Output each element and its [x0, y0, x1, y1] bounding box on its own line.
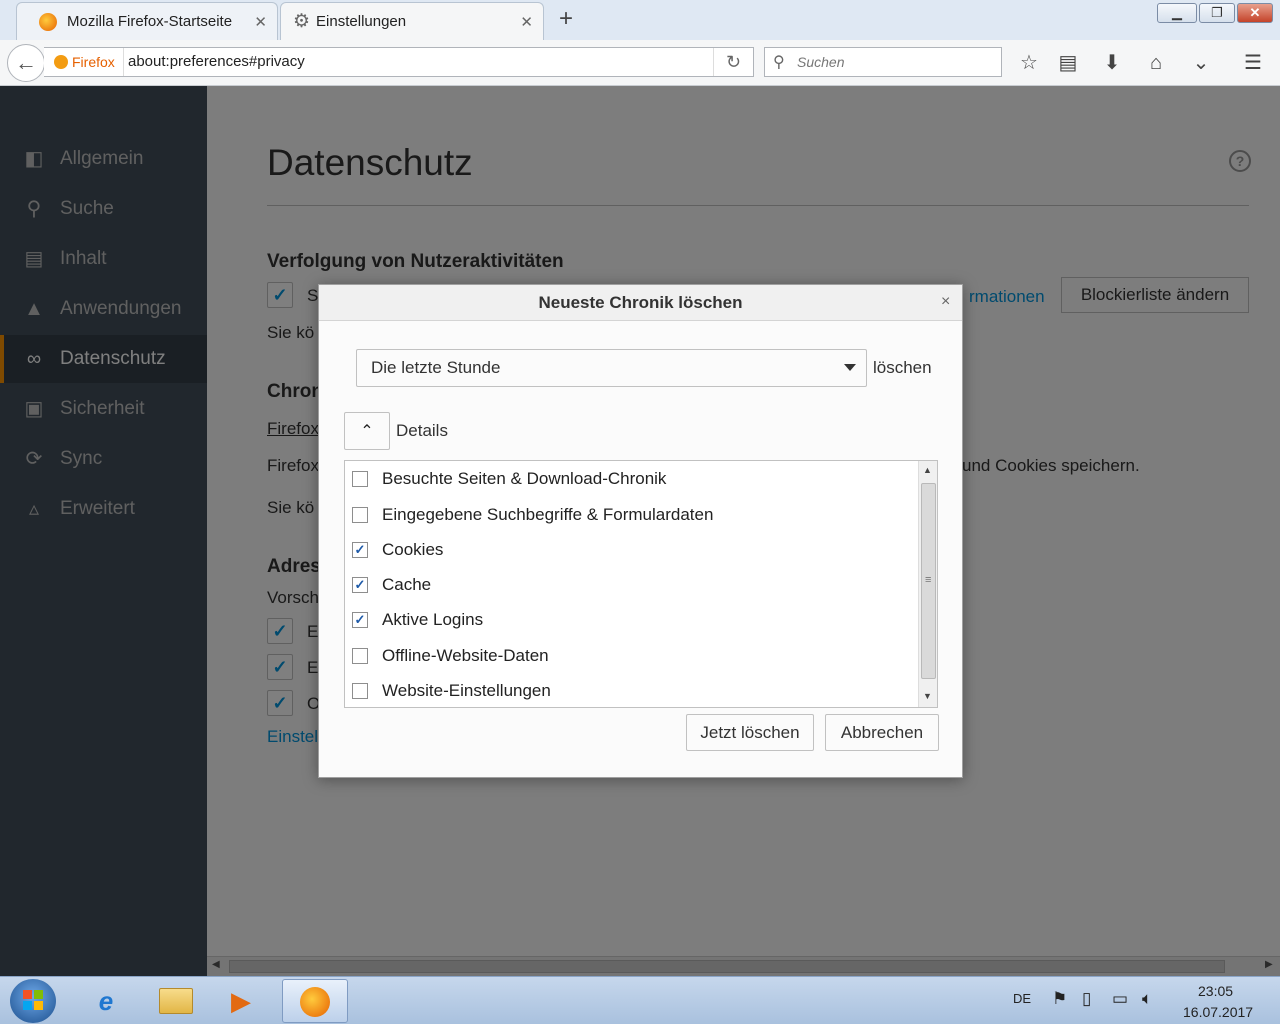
device-icon[interactable]: ▯: [1082, 989, 1091, 1009]
language-indicator[interactable]: DE: [1013, 991, 1031, 1006]
download-icon[interactable]: ⬇: [1099, 51, 1125, 77]
scroll-down-icon[interactable]: ▼: [923, 691, 932, 701]
windows-logo-icon: [23, 990, 43, 1010]
list-item[interactable]: Besuchte Seiten & Download-Chronik: [345, 461, 917, 496]
media-player-icon[interactable]: ▶: [210, 979, 272, 1023]
time-range-suffix: löschen: [873, 358, 932, 377]
search-bar[interactable]: ⚲ Suchen: [764, 47, 1002, 77]
cancel-button[interactable]: Abbrechen: [825, 714, 939, 751]
time-range-select[interactable]: Die letzte Stunde: [356, 349, 867, 387]
reload-icon[interactable]: ↻: [713, 48, 753, 76]
new-tab-button[interactable]: +: [552, 6, 580, 34]
history-items-list: Besuchte Seiten & Download-Chronik Einge…: [344, 460, 938, 708]
scrollbar-thumb[interactable]: ≡: [921, 483, 936, 679]
home-icon[interactable]: ⌂: [1143, 51, 1169, 77]
firefox-icon: [39, 12, 57, 31]
firefox-icon: [54, 55, 68, 69]
list-item[interactable]: Website-Einstellungen: [345, 673, 917, 708]
tab-title: Mozilla Firefox-Startseite: [67, 13, 233, 30]
details-toggle-button[interactable]: ⌃: [344, 412, 390, 450]
dialog-title: Neueste Chronik löschen: [538, 293, 743, 312]
close-icon[interactable]: ✕: [254, 13, 267, 31]
list-item[interactable]: Eingegebene Suchbegriffe & Formulardaten: [345, 497, 917, 532]
network-icon[interactable]: ▭: [1112, 989, 1128, 1009]
close-window-button[interactable]: ✕: [1237, 3, 1273, 23]
list-item[interactable]: ✓ Cookies: [345, 532, 917, 567]
clear-history-dialog: Neueste Chronik löschen × Die letzte Stu…: [318, 284, 963, 778]
grip-icon: ≡: [925, 574, 932, 586]
firefox-icon: [300, 987, 330, 1017]
identity-box[interactable]: Firefox: [54, 48, 124, 76]
menu-icon[interactable]: ☰: [1240, 51, 1266, 77]
list-item[interactable]: ✓ Cache: [345, 567, 917, 602]
checkbox[interactable]: ✓: [352, 576, 368, 593]
search-icon: ⚲: [773, 54, 785, 71]
taskbar: e ▶ DE ⚑ ▯ ▭ 🔈︎ 23:05 16.07.2017: [0, 976, 1280, 1024]
tab-firefox-start[interactable]: Mozilla Firefox-Startseite ✕: [16, 2, 278, 40]
internet-explorer-icon[interactable]: e: [75, 979, 137, 1023]
checkbox[interactable]: ✓: [352, 541, 368, 558]
arrow-left-icon: ←: [15, 50, 37, 75]
scroll-up-icon[interactable]: ▲: [923, 465, 932, 475]
list-scrollbar[interactable]: ▲ ≡ ▼: [918, 461, 937, 707]
checkbox[interactable]: ✓: [352, 611, 368, 628]
flag-icon[interactable]: ⚑: [1052, 989, 1067, 1009]
details-label: Details: [396, 421, 448, 440]
minimize-button[interactable]: ▁: [1157, 3, 1197, 23]
dialog-header: Neueste Chronik löschen ×: [319, 285, 962, 321]
bookmarks-menu-icon[interactable]: ▤: [1055, 51, 1081, 77]
navigation-toolbar: ← Firefox about:preferences#privacy ↻ ⚲ …: [0, 40, 1280, 86]
close-icon[interactable]: ×: [941, 293, 950, 311]
clear-now-button[interactable]: Jetzt löschen: [686, 714, 814, 751]
checkbox[interactable]: [352, 682, 368, 699]
checkbox[interactable]: [352, 470, 368, 487]
url-bar[interactable]: Firefox about:preferences#privacy ↻: [44, 47, 754, 77]
checkbox[interactable]: [352, 647, 368, 664]
url-input[interactable]: about:preferences#privacy: [128, 48, 305, 76]
clock-date[interactable]: 16.07.2017: [1183, 1004, 1253, 1020]
gear-icon: ⚙: [293, 11, 311, 32]
search-input[interactable]: Suchen: [797, 48, 844, 76]
list-item[interactable]: Offline-Website-Daten: [345, 638, 917, 673]
list-item[interactable]: ✓ Aktive Logins: [345, 602, 917, 637]
pocket-icon[interactable]: ⌄: [1188, 51, 1214, 77]
clock-time[interactable]: 23:05: [1198, 983, 1233, 999]
tab-settings[interactable]: ⚙ Einstellungen ✕: [280, 2, 544, 40]
start-button[interactable]: [10, 979, 56, 1023]
close-icon[interactable]: ✕: [520, 13, 533, 31]
file-explorer-icon[interactable]: [145, 979, 207, 1023]
back-button[interactable]: ←: [7, 44, 45, 82]
firefox-taskbar-button[interactable]: [282, 979, 348, 1023]
chevron-up-icon: ⌃: [360, 423, 374, 440]
volume-icon[interactable]: 🔈︎: [1142, 989, 1152, 1009]
tab-title: Einstellungen: [316, 13, 407, 30]
dropdown-arrow-icon: [844, 364, 856, 371]
tab-strip: Mozilla Firefox-Startseite ✕ ⚙ Einstellu…: [0, 0, 1280, 40]
restore-button[interactable]: ❐: [1199, 3, 1235, 23]
checkbox[interactable]: [352, 506, 368, 523]
bookmark-star-icon[interactable]: ☆: [1016, 51, 1042, 77]
time-range-value: Die letzte Stunde: [371, 358, 501, 377]
